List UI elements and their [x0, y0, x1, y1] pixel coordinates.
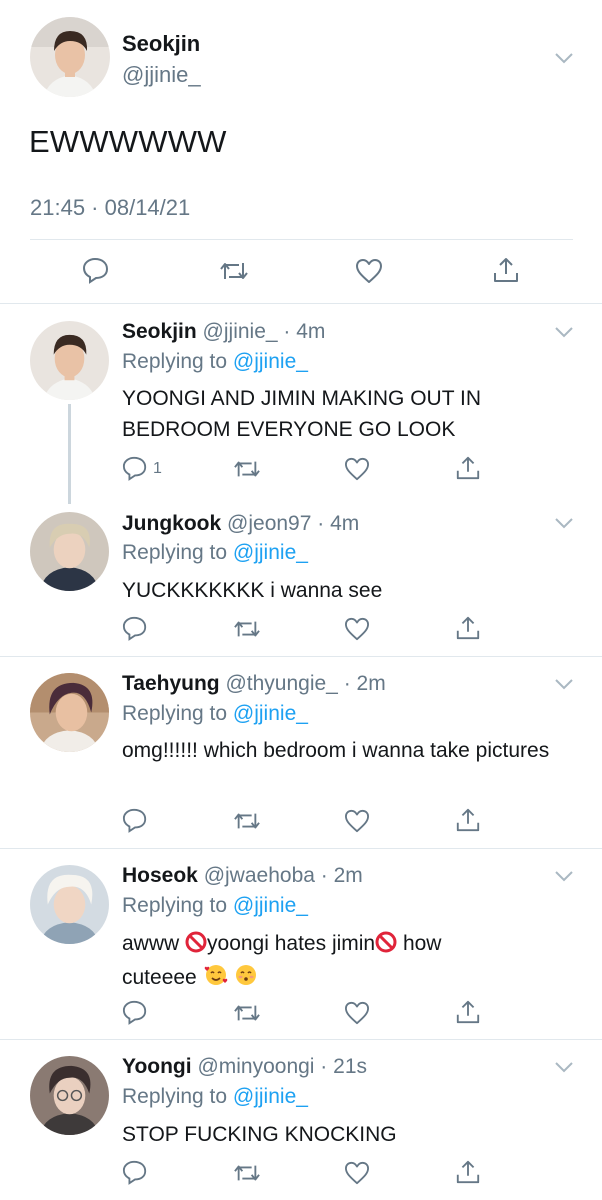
- author-name[interactable]: Jungkook: [122, 512, 221, 535]
- author-name[interactable]: Hoseok: [122, 864, 198, 887]
- retweet-icon[interactable]: [233, 1160, 261, 1188]
- divider: [0, 656, 602, 657]
- author-meta[interactable]: @jwaehoba · 2m: [204, 864, 363, 887]
- mention-link[interactable]: @jjinie_: [233, 541, 308, 564]
- retweet-icon[interactable]: [233, 616, 261, 644]
- replying-prefix: Replying to: [122, 541, 233, 564]
- like-icon[interactable]: [344, 809, 372, 837]
- replying-to: Replying to @jjinie_: [122, 541, 308, 565]
- prohibited-emoji: [375, 931, 397, 962]
- smiling-face-with-hearts-emoji: [203, 963, 229, 996]
- replying-to: Replying to @jjinie_: [122, 702, 308, 726]
- tweet-text: EWWWWWW: [29, 124, 227, 159]
- chevron-down-icon[interactable]: [555, 678, 573, 690]
- reply-text: YUCKKKKKKK i wanna see: [122, 579, 383, 602]
- mention-link[interactable]: @jjinie_: [233, 702, 308, 725]
- reply-text: STOP FUCKING KNOCKING: [122, 1123, 397, 1146]
- replying-prefix: Replying to: [122, 702, 233, 725]
- author-meta[interactable]: @jeon97 · 4m: [227, 512, 359, 535]
- share-icon[interactable]: [455, 999, 483, 1027]
- author-meta[interactable]: @thyungie_ · 2m: [225, 672, 385, 695]
- like-icon[interactable]: [344, 1001, 372, 1029]
- like-icon[interactable]: [344, 1161, 372, 1189]
- divider: [0, 1039, 602, 1040]
- avatar[interactable]: [30, 321, 109, 400]
- kissing-face-emoji: [234, 963, 258, 996]
- thread-connector: [68, 404, 71, 504]
- reply-text-part: awww: [122, 932, 186, 955]
- prohibited-emoji: [185, 931, 207, 962]
- replying-to: Replying to @jjinie_: [122, 350, 308, 374]
- mention-link[interactable]: @jjinie_: [233, 1085, 308, 1108]
- share-icon[interactable]: [455, 615, 483, 643]
- like-icon[interactable]: [344, 617, 372, 645]
- replying-prefix: Replying to: [122, 1085, 233, 1108]
- divider: [0, 848, 602, 849]
- avatar[interactable]: [30, 865, 109, 944]
- reply-text: YOONGI AND JIMIN MAKING OUT IN BEDROOM E…: [122, 387, 481, 441]
- main-tweet: Seokjin @jjinie_ EWWWWWW 21:45 · 08/14/2…: [0, 0, 602, 304]
- retweet-icon[interactable]: [233, 808, 261, 836]
- reply-text: awww yoongi hates jimin how cuteeee: [122, 928, 562, 996]
- reply-icon[interactable]: [122, 999, 148, 1025]
- reply-text-part: cuteeee: [122, 966, 203, 989]
- retweet-icon[interactable]: [219, 257, 248, 285]
- replying-to: Replying to @jjinie_: [122, 894, 308, 918]
- author-name[interactable]: Yoongi: [122, 1055, 192, 1078]
- replying-prefix: Replying to: [122, 350, 233, 373]
- share-icon[interactable]: [455, 807, 483, 835]
- chevron-down-icon[interactable]: [555, 326, 573, 338]
- like-icon[interactable]: [344, 457, 372, 485]
- share-icon[interactable]: [455, 455, 483, 483]
- replying-to: Replying to @jjinie_: [122, 1085, 308, 1109]
- reply-icon[interactable]: [82, 256, 110, 284]
- share-icon[interactable]: [455, 1159, 483, 1187]
- reply-text-part: yoongi hates jimin: [207, 932, 376, 955]
- author-name[interactable]: Seokjin: [122, 31, 200, 57]
- reply-count: 1: [153, 460, 162, 477]
- mention-link[interactable]: @jjinie_: [233, 894, 308, 917]
- author-meta[interactable]: @jjinie_ · 4m: [203, 320, 326, 343]
- replying-prefix: Replying to: [122, 894, 233, 917]
- author-meta[interactable]: @minyoongi · 21s: [197, 1055, 367, 1078]
- avatar[interactable]: [30, 673, 109, 752]
- author-name[interactable]: Seokjin: [122, 320, 197, 343]
- chevron-down-icon[interactable]: [555, 1061, 573, 1073]
- reply-icon[interactable]: [122, 455, 148, 481]
- author-handle[interactable]: @jjinie_: [122, 62, 201, 88]
- tweet-timestamp[interactable]: 21:45 · 08/14/21: [30, 195, 190, 221]
- reply-text-part: how: [397, 932, 442, 955]
- author-name[interactable]: Taehyung: [122, 672, 220, 695]
- mention-link[interactable]: @jjinie_: [233, 350, 308, 373]
- retweet-icon[interactable]: [233, 456, 261, 484]
- chevron-down-icon[interactable]: [555, 52, 573, 64]
- avatar[interactable]: [30, 1056, 109, 1135]
- reply-icon[interactable]: [122, 807, 148, 833]
- divider: [30, 239, 573, 240]
- share-icon[interactable]: [492, 256, 520, 284]
- reply-icon[interactable]: [122, 1159, 148, 1185]
- like-icon[interactable]: [355, 258, 383, 286]
- reply-icon[interactable]: [122, 615, 148, 641]
- chevron-down-icon[interactable]: [555, 870, 573, 882]
- chevron-down-icon[interactable]: [555, 517, 573, 529]
- avatar[interactable]: [30, 17, 110, 97]
- retweet-icon[interactable]: [233, 1000, 261, 1028]
- reply-text: omg!!!!!! which bedroom i wanna take pic…: [122, 739, 550, 762]
- avatar[interactable]: [30, 512, 109, 591]
